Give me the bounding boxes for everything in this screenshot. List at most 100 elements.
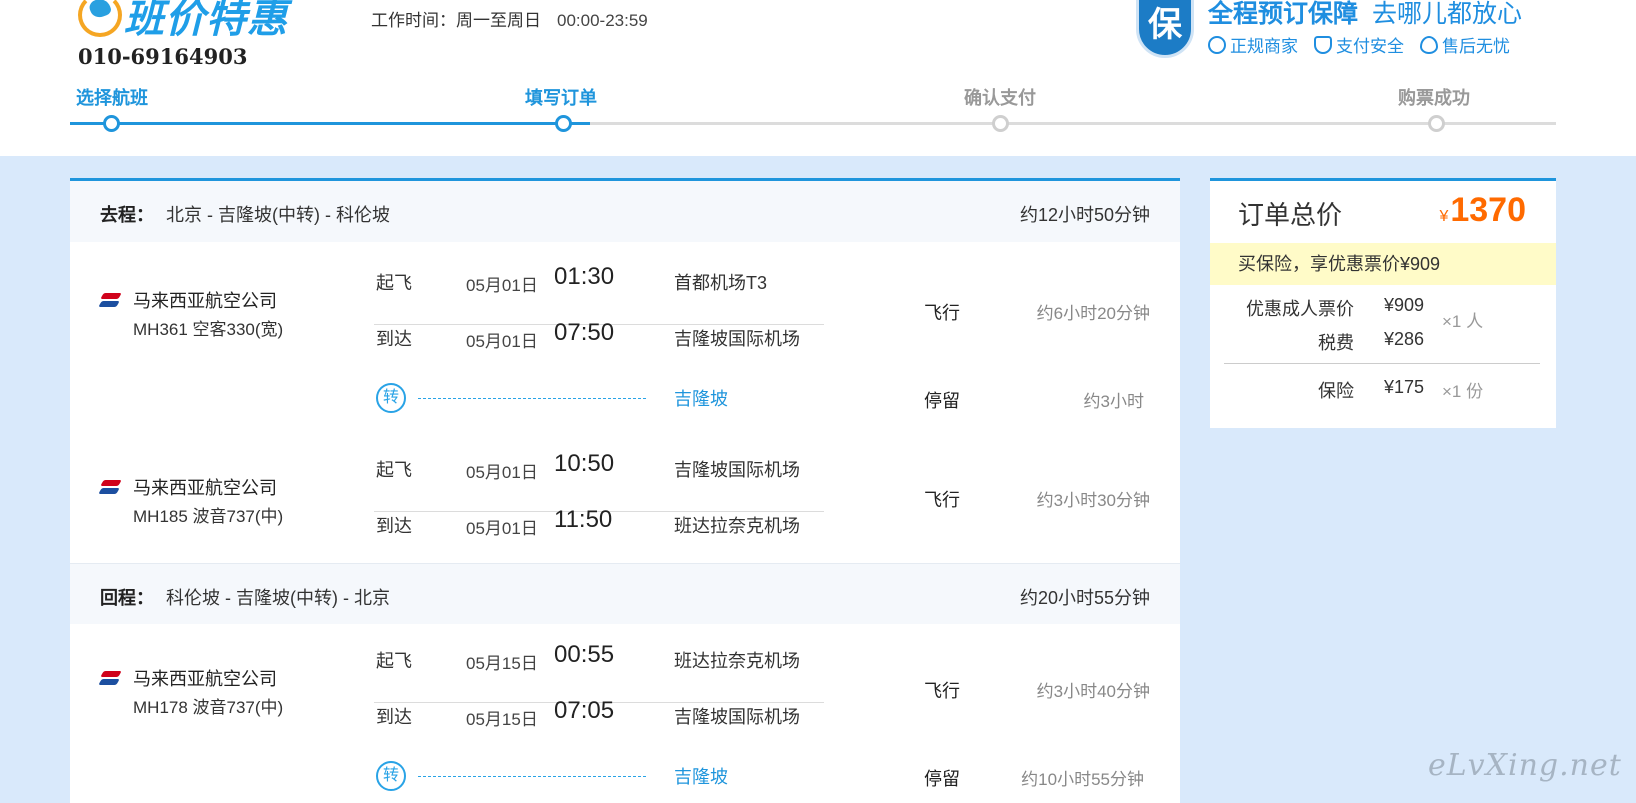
trip-route: 北京 - 吉隆坡(中转) - 科伦坡 <box>166 205 390 225</box>
step-confirm-payment: 确认支付 <box>964 88 1036 108</box>
step-fill-order: 填写订单 <box>525 88 597 108</box>
transfer-line <box>418 776 646 777</box>
order-price-card: 订单总价 ¥1370 买保险，享优惠票价¥909 优惠成人票价 ¥909 ×1 … <box>1210 178 1556 428</box>
leg-label: 起飞 <box>376 273 412 293</box>
leg-time: 01:30 <box>554 263 615 290</box>
arrival-leg: 到达 05月01日 11:50 班达拉奈克机场 <box>374 506 824 568</box>
guarantee-item-aftersale: 售后无忧 <box>1420 32 1510 57</box>
transfer-line <box>418 398 646 399</box>
booking-guarantee: 保 全程预订保障 去哪儿都放心 正规商家 支付安全 售后无忧 <box>1136 0 1546 64</box>
stay-duration: 约10小时55分钟 <box>1021 770 1144 789</box>
leg-time: 00:55 <box>554 641 615 668</box>
flight-time-label: 飞行 <box>924 681 960 701</box>
leg-time: 10:50 <box>554 450 615 477</box>
shield-icon <box>1314 35 1332 54</box>
flight-segment: 马来西亚航空公司 MH178 波音737(中) 起飞 05月15日 00:55 … <box>70 641 1180 767</box>
stay-label: 停留 <box>924 769 960 789</box>
flight-duration: 约6小时20分钟 <box>1036 304 1150 323</box>
price-title: 订单总价 <box>1238 200 1343 230</box>
price-row-value: ¥286 <box>1384 329 1425 349</box>
order-progress: 选择航班 填写订单 确认支付 购票成功 <box>70 84 1556 134</box>
brand-logo[interactable]: 班价特惠 <box>78 0 288 44</box>
insurance-promo: 买保险，享优惠票价¥909 <box>1210 243 1556 285</box>
price-row-label: 优惠成人票价 <box>1246 299 1354 319</box>
leg-date: 05月01日 <box>466 332 538 351</box>
return-header: 回程： 科伦坡 - 吉隆坡(中转) - 北京 约20小时55分钟 <box>70 563 1180 624</box>
airline-logo-icon <box>100 478 124 496</box>
work-hours-label: 工作时间：周一至周日 <box>371 11 541 30</box>
guarantee-items: 正规商家 支付安全 售后无忧 <box>1208 32 1510 57</box>
price-row-qty: ×1 人 <box>1442 312 1484 331</box>
airline-name: 马来西亚航空公司 <box>133 478 277 498</box>
price-header: 订单总价 ¥1370 <box>1210 181 1556 243</box>
price-divider <box>1224 363 1540 364</box>
transfer-icon: 转 <box>376 383 406 413</box>
flight-number: MH178 波音737(中) <box>133 698 284 717</box>
transfer-icon: 转 <box>376 761 406 791</box>
arrival-leg: 到达 05月01日 07:50 吉隆坡国际机场 <box>374 319 824 381</box>
price-row-label: 保险 <box>1318 381 1354 401</box>
leg-airport: 班达拉奈克机场 <box>674 516 800 536</box>
flight-time-label: 飞行 <box>924 490 960 510</box>
leg-time: 07:05 <box>554 697 615 724</box>
flight-segment: 马来西亚航空公司 MH361 空客330(宽) 起飞 05月01日 01:30 … <box>70 263 1180 389</box>
price-row-qty: ×1 份 <box>1442 382 1484 401</box>
departure-leg: 起飞 05月15日 00:55 班达拉奈克机场 <box>374 641 824 703</box>
step-purchase-success: 购票成功 <box>1398 88 1470 108</box>
transfer-city[interactable]: 吉隆坡 <box>674 763 728 789</box>
guarantee-item-payment: 支付安全 <box>1314 32 1404 57</box>
guarantee-item-label: 正规商家 <box>1230 37 1298 56</box>
leg-label: 到达 <box>376 516 412 536</box>
stay-label: 停留 <box>924 391 960 411</box>
trip-kind: 回程： <box>100 588 154 608</box>
leg-airport: 班达拉奈克机场 <box>674 651 800 671</box>
outbound-header: 去程： 北京 - 吉隆坡(中转) - 科伦坡 约12小时50分钟 <box>70 181 1180 242</box>
leg-date: 05月15日 <box>466 654 538 673</box>
leg-airport: 吉隆坡国际机场 <box>674 329 800 349</box>
flight-duration: 约3小时30分钟 <box>1036 491 1150 510</box>
guarantee-title-sub: 去哪儿都放心 <box>1372 0 1523 28</box>
currency-symbol: ¥ <box>1439 208 1449 225</box>
trip-route: 科伦坡 - 吉隆坡(中转) - 北京 <box>166 588 390 608</box>
leg-date: 05月01日 <box>466 463 538 482</box>
price-row-value: ¥909 <box>1384 295 1425 315</box>
airline-logo-icon <box>100 669 124 687</box>
transfer-row: 转 吉隆坡 停留 约10小时55分钟 <box>374 761 1174 801</box>
step-select-flight[interactable]: 选择航班 <box>76 84 148 110</box>
leg-airport: 吉隆坡国际机场 <box>674 460 800 480</box>
airline-name: 马来西亚航空公司 <box>133 291 277 311</box>
airline-logo-icon <box>100 291 124 309</box>
guarantee-item-legit: 正规商家 <box>1208 32 1298 57</box>
departure-leg: 起飞 05月01日 10:50 吉隆坡国际机场 <box>374 450 824 512</box>
guarantee-title: 全程预订保障 去哪儿都放心 <box>1208 0 1522 30</box>
departure-leg: 起飞 05月01日 01:30 首都机场T3 <box>374 263 824 325</box>
total-price: ¥1370 <box>1439 191 1526 230</box>
page-header: 班价特惠 010-69164903 工作时间：周一至周日 00:00-23:59 … <box>0 0 1636 156</box>
leg-time: 07:50 <box>554 319 615 346</box>
flight-number: MH185 波音737(中) <box>133 507 284 526</box>
price-row-label: 税费 <box>1318 333 1354 353</box>
progress-track-fill <box>70 122 590 125</box>
hotline-number: 010-69164903 <box>78 44 248 69</box>
work-hours-value: 00:00-23:59 <box>557 11 648 30</box>
stay-duration: 约3小时 <box>1083 392 1144 411</box>
trip-duration: 约20小时55分钟 <box>1019 588 1150 608</box>
leg-label: 起飞 <box>376 651 412 671</box>
certified-merchant-icon <box>1208 35 1226 54</box>
transfer-row: 转 吉隆坡 停留 约3小时 <box>374 383 1174 423</box>
brand-logo-icon <box>78 0 122 37</box>
trip-kind: 去程： <box>100 205 154 225</box>
leg-airport: 吉隆坡国际机场 <box>674 707 800 727</box>
leg-date: 05月01日 <box>466 519 538 538</box>
watermark: eLvXing.net <box>1428 748 1622 783</box>
leg-label: 到达 <box>376 329 412 349</box>
leg-label: 到达 <box>376 707 412 727</box>
leg-airport: 首都机场T3 <box>674 273 768 293</box>
service-heart-icon <box>1420 35 1438 54</box>
leg-time: 11:50 <box>554 506 613 533</box>
flight-time-label: 飞行 <box>924 303 960 323</box>
step-dot-3 <box>992 115 1009 132</box>
transfer-city[interactable]: 吉隆坡 <box>674 385 728 411</box>
flight-duration: 约3小时40分钟 <box>1036 682 1150 701</box>
flight-segment: 马来西亚航空公司 MH185 波音737(中) 起飞 05月01日 10:50 … <box>70 450 1180 576</box>
